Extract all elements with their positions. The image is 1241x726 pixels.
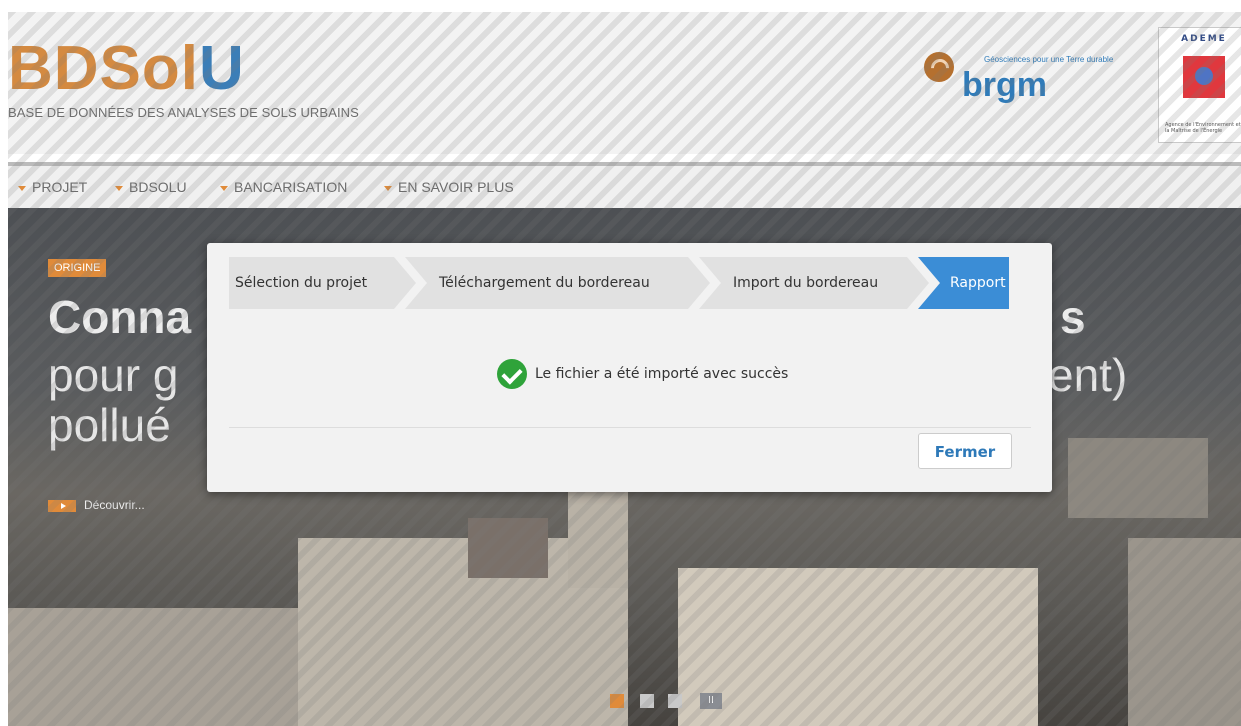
ademe-emblem-icon <box>1183 56 1225 98</box>
step-label: Import du bordereau <box>733 275 879 291</box>
nav-item-bancarisation[interactable]: BANCARISATION <box>220 179 347 195</box>
building-image <box>678 568 1038 726</box>
ademe-logo[interactable]: ADEME Agence de l'Environnement et de la… <box>1158 27 1241 143</box>
success-text: Le fichier a été importé avec succès <box>535 366 789 382</box>
brgm-tagline: Géosciences pour une Terre durable <box>984 55 1114 64</box>
step-import: Import du bordereau <box>699 257 929 309</box>
brgm-logo[interactable]: Géosciences pour une Terre durable brgm <box>924 52 1124 112</box>
discover-link-label: Découvrir... <box>84 498 145 512</box>
logo-part-2: U <box>199 34 245 103</box>
step-label: Téléchargement du bordereau <box>439 275 650 291</box>
caret-down-icon <box>115 185 123 191</box>
brgm-emblem-icon <box>924 52 954 82</box>
step-arrow <box>688 257 710 309</box>
nav-item-label: BANCARISATION <box>234 179 348 195</box>
caret-down-icon <box>220 185 228 191</box>
nav-item-en-savoir-plus[interactable]: EN SAVOIR PLUS <box>384 179 514 195</box>
bdsolu-logo[interactable]: BDSolU <box>8 38 245 100</box>
nav-item-projet[interactable]: PROJET <box>18 179 87 195</box>
nav-item-label: EN SAVOIR PLUS <box>398 179 514 195</box>
building-image <box>568 488 628 588</box>
nav-item-bdsolu[interactable]: BDSOLU <box>115 179 187 195</box>
import-report-dialog: Sélection du projet Téléchargement du bo… <box>207 243 1052 492</box>
nav-item-label: BDSOLU <box>129 179 187 195</box>
step-rapport: Rapport <box>918 257 1009 309</box>
building-image <box>1128 538 1241 726</box>
step-label: Sélection du projet <box>235 275 368 291</box>
carousel-dot-3[interactable] <box>668 694 682 708</box>
hero-title-end: s <box>1060 291 1086 343</box>
step-arrow <box>907 257 929 309</box>
main-nav: PROJET BDSOLU BANCARISATION EN SAVOIR PL… <box>8 162 1241 208</box>
close-button[interactable]: Fermer <box>918 433 1012 469</box>
pause-button[interactable]: II <box>700 693 722 709</box>
discover-link[interactable]: Découvrir... <box>48 498 145 512</box>
ademe-title: ADEME <box>1181 34 1227 44</box>
ademe-caption: Agence de l'Environnement et de la Maîtr… <box>1165 122 1241 134</box>
wizard-steps: Sélection du projet Téléchargement du bo… <box>229 257 1009 309</box>
dialog-divider <box>229 427 1031 428</box>
caret-down-icon <box>384 185 392 191</box>
nav-item-label: PROJET <box>32 179 88 195</box>
step-selection-projet: Sélection du projet <box>229 257 416 309</box>
page-frame: BDSolU BASE DE DONNÉES DES ANALYSES DE S… <box>8 12 1241 726</box>
caret-down-icon <box>18 185 26 191</box>
building-image <box>8 608 298 726</box>
step-telechargement: Téléchargement du bordereau <box>405 257 710 309</box>
site-subtitle: BASE DE DONNÉES DES ANALYSES DE SOLS URB… <box>8 105 359 120</box>
check-circle-icon <box>497 359 527 389</box>
play-icon <box>48 499 76 512</box>
hero-subtitle-end: ent) <box>1048 349 1128 401</box>
building-image <box>1068 438 1208 518</box>
hero-title: Conna <box>48 291 192 343</box>
building-image <box>468 518 548 578</box>
hero-subtitle-line-2: pollué <box>48 399 171 451</box>
origine-badge: ORIGINE <box>48 259 107 277</box>
site-header: BDSolU BASE DE DONNÉES DES ANALYSES DE S… <box>8 12 1241 154</box>
carousel-dot-1[interactable] <box>610 694 624 708</box>
brgm-wordmark: brgm <box>962 66 1047 104</box>
step-arrow <box>394 257 416 309</box>
logo-part-1: BDSol <box>8 34 199 103</box>
step-label: Rapport <box>950 275 1006 291</box>
hero-subtitle-line-1: pour g <box>48 349 179 401</box>
carousel-dot-2[interactable] <box>640 694 654 708</box>
